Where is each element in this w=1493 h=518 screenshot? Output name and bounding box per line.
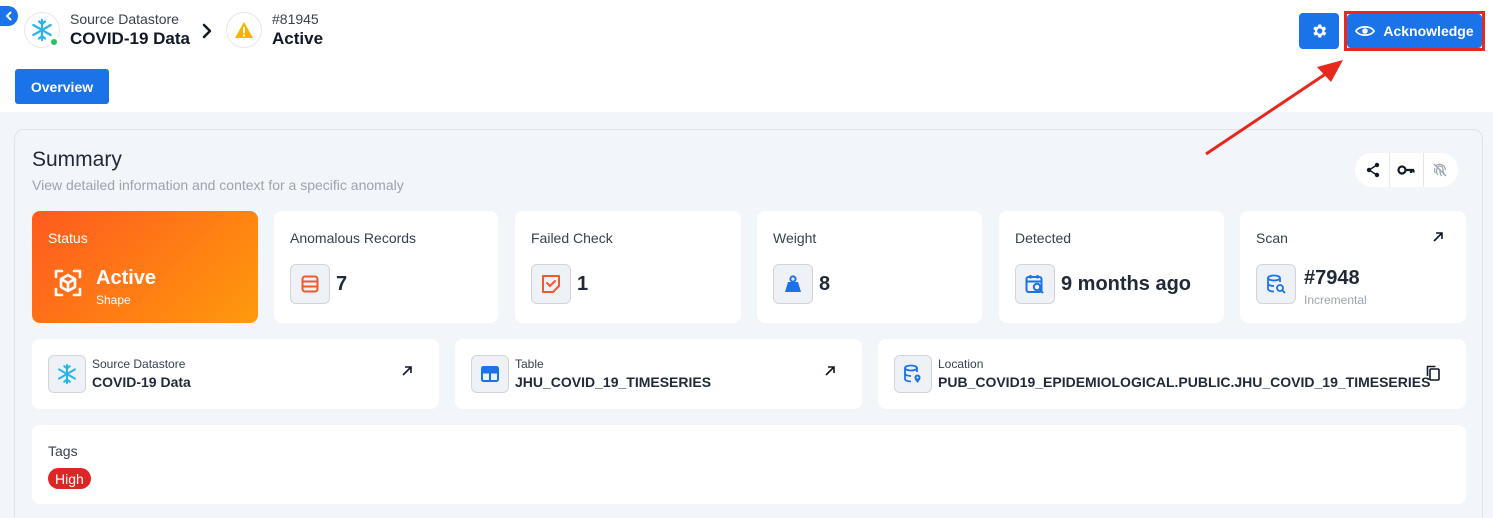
tags-card: Tags High (32, 425, 1466, 504)
breadcrumb-anomaly[interactable]: #81945 Active (226, 10, 323, 50)
scan-type: Incremental (1304, 293, 1367, 307)
weight-label: Weight (773, 230, 817, 246)
breadcrumb-datastore-label: Source Datastore (70, 11, 179, 27)
table-info-value: JHU_COVID_19_TIMESERIES (515, 374, 712, 390)
weight-card: Weight 8 (757, 211, 982, 323)
database-search-icon (1267, 274, 1286, 294)
detected-value: 9 months ago (1061, 273, 1192, 295)
calendar-search-icon (1025, 275, 1044, 294)
check-note-icon (542, 275, 560, 293)
weight-value: 8 (819, 273, 831, 295)
weight-icon (785, 275, 801, 292)
online-status-dot (49, 37, 59, 47)
anomaly-avatar (226, 12, 262, 48)
eye-icon (1355, 25, 1376, 37)
scan-icon-wrap (1256, 264, 1296, 304)
detected-label: Detected (1015, 230, 1072, 246)
divider (1388, 153, 1390, 187)
breadcrumb-datastore-name: COVID-19 Data (70, 29, 190, 48)
database-location-icon (904, 364, 921, 383)
failed-check-card[interactable]: Failed Check 1 (515, 211, 741, 323)
breadcrumb-datastore[interactable]: Source Datastore COVID-19 Data (24, 10, 190, 50)
chevron-left-icon (5, 11, 12, 21)
acknowledge-label: Acknowledge (1383, 23, 1474, 39)
datastore-avatar (24, 12, 60, 48)
gear-icon (1313, 24, 1327, 38)
top-bar (0, 0, 1493, 112)
status-value: Active (96, 267, 157, 289)
datastore-info-label: Source Datastore (92, 357, 186, 371)
acknowledge-button[interactable]: Acknowledge (1347, 14, 1482, 48)
warning-triangle-icon (235, 22, 253, 38)
key-icon[interactable] (1397, 164, 1416, 176)
location-info-card: Location PUB_COVID19_EPIDEMIOLOGICAL.PUB… (878, 339, 1466, 409)
status-subtext: Shape (96, 293, 131, 307)
table-info-card[interactable]: Table JHU_COVID_19_TIMESERIES (455, 339, 862, 409)
scan-card[interactable]: Scan #7948 Incremental (1240, 211, 1466, 323)
location-info-value: PUB_COVID19_EPIDEMIOLOGICAL.PUBLIC.JHU_C… (938, 374, 1431, 390)
anomalous-records-value: 7 (336, 273, 348, 295)
status-card: Status Active Shape (32, 211, 258, 323)
summary-subtitle: View detailed information and context fo… (32, 177, 404, 193)
anomalous-records-label: Anomalous Records (290, 230, 417, 246)
anomaly-id: #81945 (272, 11, 319, 27)
shape-cube-icon (54, 269, 82, 297)
table-info-icon-wrap (471, 355, 509, 393)
tag-high[interactable]: High (48, 468, 91, 489)
detected-icon-wrap (1015, 264, 1055, 304)
location-info-label: Location (938, 357, 984, 371)
records-list-icon (301, 275, 319, 293)
failed-check-label: Failed Check (531, 230, 613, 246)
failed-check-value: 1 (577, 273, 589, 295)
failed-check-icon-wrap (531, 264, 571, 304)
anomaly-status: Active (272, 29, 324, 48)
summary-actions (1355, 153, 1458, 187)
open-datastore-arrow-icon[interactable] (401, 365, 413, 377)
settings-button[interactable] (1299, 13, 1339, 49)
snowflake-icon (58, 363, 76, 385)
datastore-info-value: COVID-19 Data (92, 374, 191, 390)
fingerprint-off-icon[interactable] (1432, 162, 1448, 178)
datastore-info-icon-wrap (48, 355, 86, 393)
scan-label: Scan (1256, 230, 1288, 246)
status-card-label: Status (48, 230, 88, 246)
copy-icon[interactable] (1426, 365, 1440, 381)
records-icon-wrap (290, 264, 330, 304)
datastore-info-card[interactable]: Source Datastore COVID-19 Data (32, 339, 439, 409)
table-info-label: Table (515, 357, 544, 371)
divider (1423, 153, 1425, 187)
weight-icon-wrap (773, 264, 813, 304)
tags-label: Tags (48, 443, 78, 459)
tab-overview[interactable]: Overview (15, 69, 109, 104)
detected-card: Detected 9 months ago (999, 211, 1224, 323)
chevron-right-icon (202, 23, 212, 39)
table-icon (481, 366, 499, 382)
anomalous-records-card: Anomalous Records 7 (274, 211, 498, 323)
open-scan-arrow-icon[interactable] (1432, 231, 1444, 243)
share-icon[interactable] (1365, 162, 1381, 178)
summary-title: Summary (32, 148, 122, 171)
location-info-icon-wrap (894, 355, 932, 393)
open-table-arrow-icon[interactable] (824, 365, 836, 377)
scan-value: #7948 (1304, 267, 1360, 289)
